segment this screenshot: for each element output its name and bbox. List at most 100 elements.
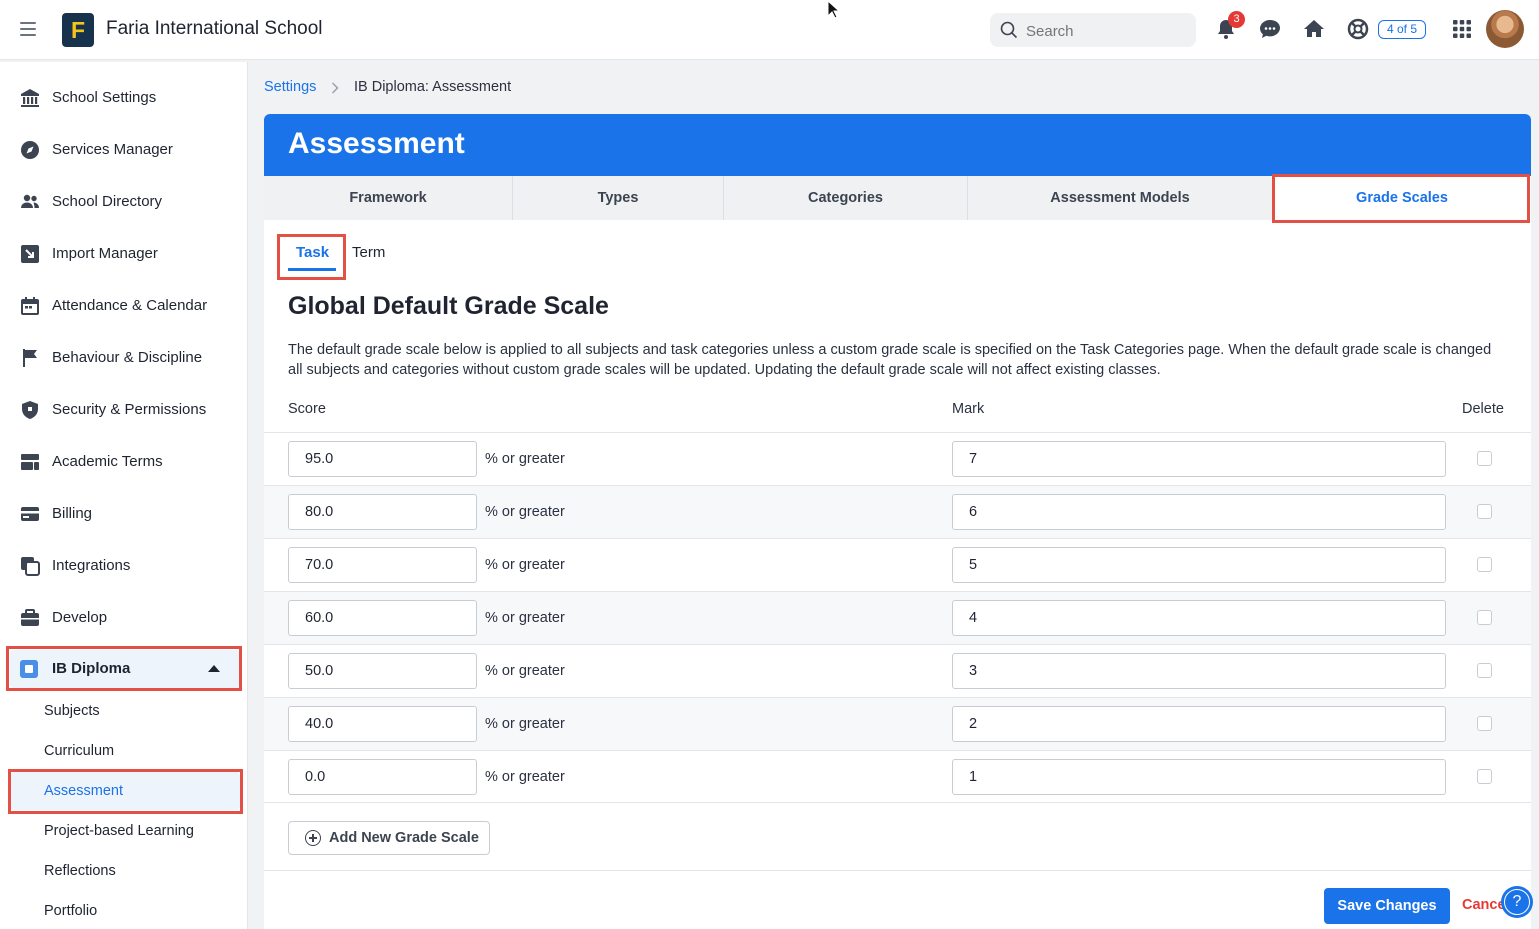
user-avatar[interactable] — [1486, 10, 1524, 48]
save-changes-button[interactable]: Save Changes — [1324, 888, 1450, 924]
sidebar-subitem-portfolio[interactable]: Portfolio — [44, 903, 97, 919]
mark-input[interactable] — [952, 759, 1446, 795]
mark-input[interactable] — [952, 494, 1446, 530]
subtab-task[interactable]: Task — [296, 244, 329, 261]
sidebar-item-ib-diploma[interactable]: IB Diploma — [10, 650, 240, 688]
search-input[interactable] — [1024, 19, 1188, 43]
flag-icon — [23, 349, 37, 367]
caret-up-icon[interactable] — [208, 665, 220, 672]
tab-framework[interactable]: Framework — [264, 176, 513, 220]
score-input[interactable] — [288, 653, 477, 689]
sidebar-item-school-directory[interactable]: School Directory — [0, 182, 248, 222]
score-input[interactable] — [288, 600, 477, 636]
sidebar-item-attendance-calendar[interactable]: Attendance & Calendar — [0, 286, 248, 326]
chat-icon[interactable] — [1258, 17, 1282, 41]
apps-grid-icon[interactable] — [1450, 17, 1474, 41]
home-icon[interactable] — [1302, 17, 1326, 41]
tab-categories[interactable]: Categories — [724, 176, 968, 220]
mark-input[interactable] — [952, 706, 1446, 742]
breadcrumb-current: IB Diploma: Assessment — [354, 79, 512, 95]
delete-checkbox[interactable] — [1477, 610, 1492, 625]
table-row: % or greater — [264, 538, 1531, 591]
card-icon — [21, 507, 39, 521]
search-box[interactable] — [990, 13, 1196, 47]
tab-grade-scales[interactable]: Grade Scales — [1273, 176, 1531, 220]
mark-input[interactable] — [952, 547, 1446, 583]
score-suffix: % or greater — [485, 557, 565, 573]
sidebar-subitem-label: Assessment — [44, 783, 123, 799]
score-suffix: % or greater — [485, 504, 565, 520]
delete-checkbox[interactable] — [1477, 504, 1492, 519]
sidebar-subitem-curriculum[interactable]: Curriculum — [44, 743, 114, 759]
subtab-term[interactable]: Term — [352, 244, 385, 261]
compass-icon — [21, 141, 39, 159]
ib-diploma-icon — [20, 660, 38, 678]
sidebar-item-services-manager[interactable]: Services Manager — [0, 130, 248, 170]
column-header-score: Score — [288, 401, 326, 417]
section-title: Global Default Grade Scale — [288, 292, 609, 320]
breadcrumb-settings-link[interactable]: Settings — [264, 79, 316, 95]
table-row: % or greater — [264, 697, 1531, 750]
score-input[interactable] — [288, 547, 477, 583]
sidebar-item-label: IB Diploma — [52, 660, 131, 677]
page-counter[interactable]: 4 of 5 — [1378, 20, 1426, 39]
page-title: Assessment — [288, 127, 465, 160]
delete-checkbox[interactable] — [1477, 557, 1492, 572]
delete-checkbox[interactable] — [1477, 769, 1492, 784]
sidebar-item-label: School Directory — [52, 193, 163, 210]
sidebar-item-import-manager[interactable]: Import Manager — [0, 234, 248, 274]
import-icon — [21, 245, 39, 263]
add-grade-scale-button[interactable]: Add New Grade Scale — [288, 821, 490, 855]
sidebar-item-billing[interactable]: Billing — [0, 494, 248, 534]
tab-assessment-models[interactable]: Assessment Models — [968, 176, 1273, 220]
sidebar-item-security-permissions[interactable]: Security & Permissions — [0, 390, 248, 430]
sidebar-item-integrations[interactable]: Integrations — [0, 546, 248, 586]
delete-checkbox[interactable] — [1477, 716, 1492, 731]
terms-icon — [21, 454, 39, 470]
sidebar-subitem-project-based-learning[interactable]: Project-based Learning — [44, 823, 194, 839]
table-row: % or greater — [264, 750, 1531, 803]
sidebar-item-label: Academic Terms — [52, 453, 163, 470]
sidebar-subitem-assessment[interactable]: Assessment — [10, 772, 240, 810]
mark-input[interactable] — [952, 653, 1446, 689]
sidebar: School Settings Services Manager School … — [0, 62, 248, 929]
add-button-label: Add New Grade Scale — [329, 830, 479, 846]
sidebar-subitem-subjects[interactable]: Subjects — [44, 703, 100, 719]
sidebar-item-develop[interactable]: Develop — [0, 598, 248, 638]
tab-types[interactable]: Types — [513, 176, 724, 220]
sidebar-item-label: Security & Permissions — [52, 401, 207, 418]
delete-checkbox[interactable] — [1477, 451, 1492, 466]
score-input[interactable] — [288, 494, 477, 530]
menu-icon[interactable] — [20, 22, 36, 36]
sidebar-item-academic-terms[interactable]: Academic Terms — [0, 442, 248, 482]
column-header-mark: Mark — [952, 401, 985, 417]
briefcase-icon — [21, 609, 39, 626]
score-suffix: % or greater — [485, 716, 565, 732]
score-input[interactable] — [288, 706, 477, 742]
mark-input[interactable] — [952, 441, 1446, 477]
sidebar-item-label: School Settings — [52, 89, 157, 106]
lifebuoy-icon[interactable] — [1346, 17, 1370, 41]
sidebar-item-school-settings[interactable]: School Settings — [0, 78, 248, 118]
table-row: % or greater — [264, 485, 1531, 538]
chevron-right-icon — [331, 82, 339, 94]
section-description: The default grade scale below is applied… — [288, 342, 1492, 378]
calendar-icon — [21, 297, 39, 315]
delete-checkbox[interactable] — [1477, 663, 1492, 678]
sidebar-subitem-reflections[interactable]: Reflections — [44, 863, 116, 879]
integrations-icon — [21, 557, 40, 576]
school-name: Faria International School — [106, 18, 323, 39]
help-button[interactable]: ? — [1501, 886, 1533, 918]
sidebar-item-behaviour-discipline[interactable]: Behaviour & Discipline — [0, 338, 248, 378]
sidebar-item-label: Behaviour & Discipline — [52, 349, 203, 366]
tab-bar: Framework Types Categories Assessment Mo… — [264, 176, 1531, 220]
school-logo[interactable]: F — [62, 13, 94, 47]
score-input[interactable] — [288, 759, 477, 795]
cancel-button[interactable]: Cance — [1462, 897, 1506, 913]
notification-badge: 3 — [1228, 11, 1245, 28]
sidebar-item-label: Develop — [52, 609, 108, 626]
table-row: % or greater — [264, 644, 1531, 697]
sidebar-item-label: Import Manager — [52, 245, 158, 262]
mark-input[interactable] — [952, 600, 1446, 636]
score-input[interactable] — [288, 441, 477, 477]
